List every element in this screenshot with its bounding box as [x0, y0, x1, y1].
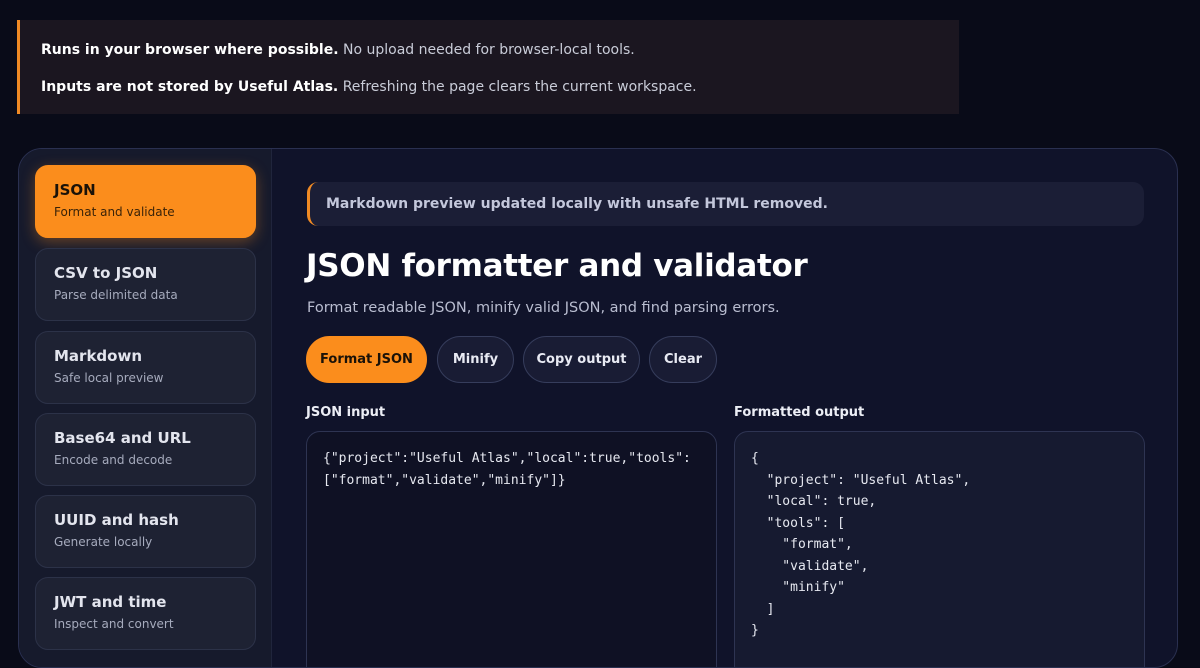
- minify-button[interactable]: Minify: [437, 336, 514, 383]
- sidebar-item-title: JWT and time: [54, 593, 167, 611]
- page-title: JSON formatter and validator: [306, 248, 808, 284]
- sidebar-item-title: Markdown: [54, 347, 143, 365]
- json-input-label: JSON input: [306, 405, 386, 420]
- format-json-button[interactable]: Format JSON: [306, 336, 427, 383]
- sidebar-item-subtitle: Generate locally: [54, 535, 153, 549]
- notice-line-storage: Inputs are not stored by Useful Atlas. R…: [41, 77, 959, 97]
- formatted-output-field[interactable]: { "project": "Useful Atlas", "local": tr…: [734, 431, 1145, 667]
- sidebar-item-subtitle: Parse delimited data: [54, 288, 178, 302]
- tool-main: Markdown preview updated locally with un…: [273, 149, 1177, 667]
- sidebar-item-base64-url[interactable]: Base64 and URL Encode and decode: [35, 413, 256, 486]
- sidebar-item-csv-to-json[interactable]: CSV to JSON Parse delimited data: [35, 248, 256, 321]
- status-message: Markdown preview updated locally with un…: [307, 182, 1144, 226]
- notice-line-browser: Runs in your browser where possible. No …: [41, 40, 959, 60]
- copy-output-button[interactable]: Copy output: [523, 336, 640, 383]
- sidebar-item-subtitle: Encode and decode: [54, 453, 173, 467]
- json-input-field[interactable]: {"project":"Useful Atlas","local":true,"…: [306, 431, 717, 667]
- sidebar-item-title: Base64 and URL: [54, 429, 191, 447]
- privacy-notice: Runs in your browser where possible. No …: [17, 20, 959, 114]
- sidebar-item-subtitle: Inspect and convert: [54, 617, 174, 631]
- sidebar-item-title: UUID and hash: [54, 511, 179, 529]
- notice-line-storage-bold: Inputs are not stored by Useful Atlas.: [41, 79, 339, 95]
- tool-workspace-panel: JSON Format and validate CSV to JSON Par…: [18, 148, 1178, 668]
- sidebar-item-subtitle: Format and validate: [54, 205, 175, 219]
- formatted-output-label: Formatted output: [734, 405, 865, 420]
- sidebar-item-json[interactable]: JSON Format and validate: [35, 165, 256, 238]
- tool-sidebar: JSON Format and validate CSV to JSON Par…: [19, 149, 272, 667]
- page-description: Format readable JSON, minify valid JSON,…: [307, 300, 780, 316]
- sidebar-item-jwt-time[interactable]: JWT and time Inspect and convert: [35, 577, 256, 650]
- sidebar-item-subtitle: Safe local preview: [54, 371, 164, 385]
- sidebar-item-uuid-hash[interactable]: UUID and hash Generate locally: [35, 495, 256, 568]
- sidebar-item-markdown[interactable]: Markdown Safe local preview: [35, 331, 256, 404]
- notice-line-storage-text: Refreshing the page clears the current w…: [338, 79, 697, 95]
- clear-button[interactable]: Clear: [649, 336, 717, 383]
- notice-line-browser-text: No upload needed for browser-local tools…: [338, 42, 635, 58]
- notice-line-browser-bold: Runs in your browser where possible.: [41, 42, 339, 58]
- sidebar-item-title: JSON: [54, 181, 96, 199]
- sidebar-item-title: CSV to JSON: [54, 264, 158, 282]
